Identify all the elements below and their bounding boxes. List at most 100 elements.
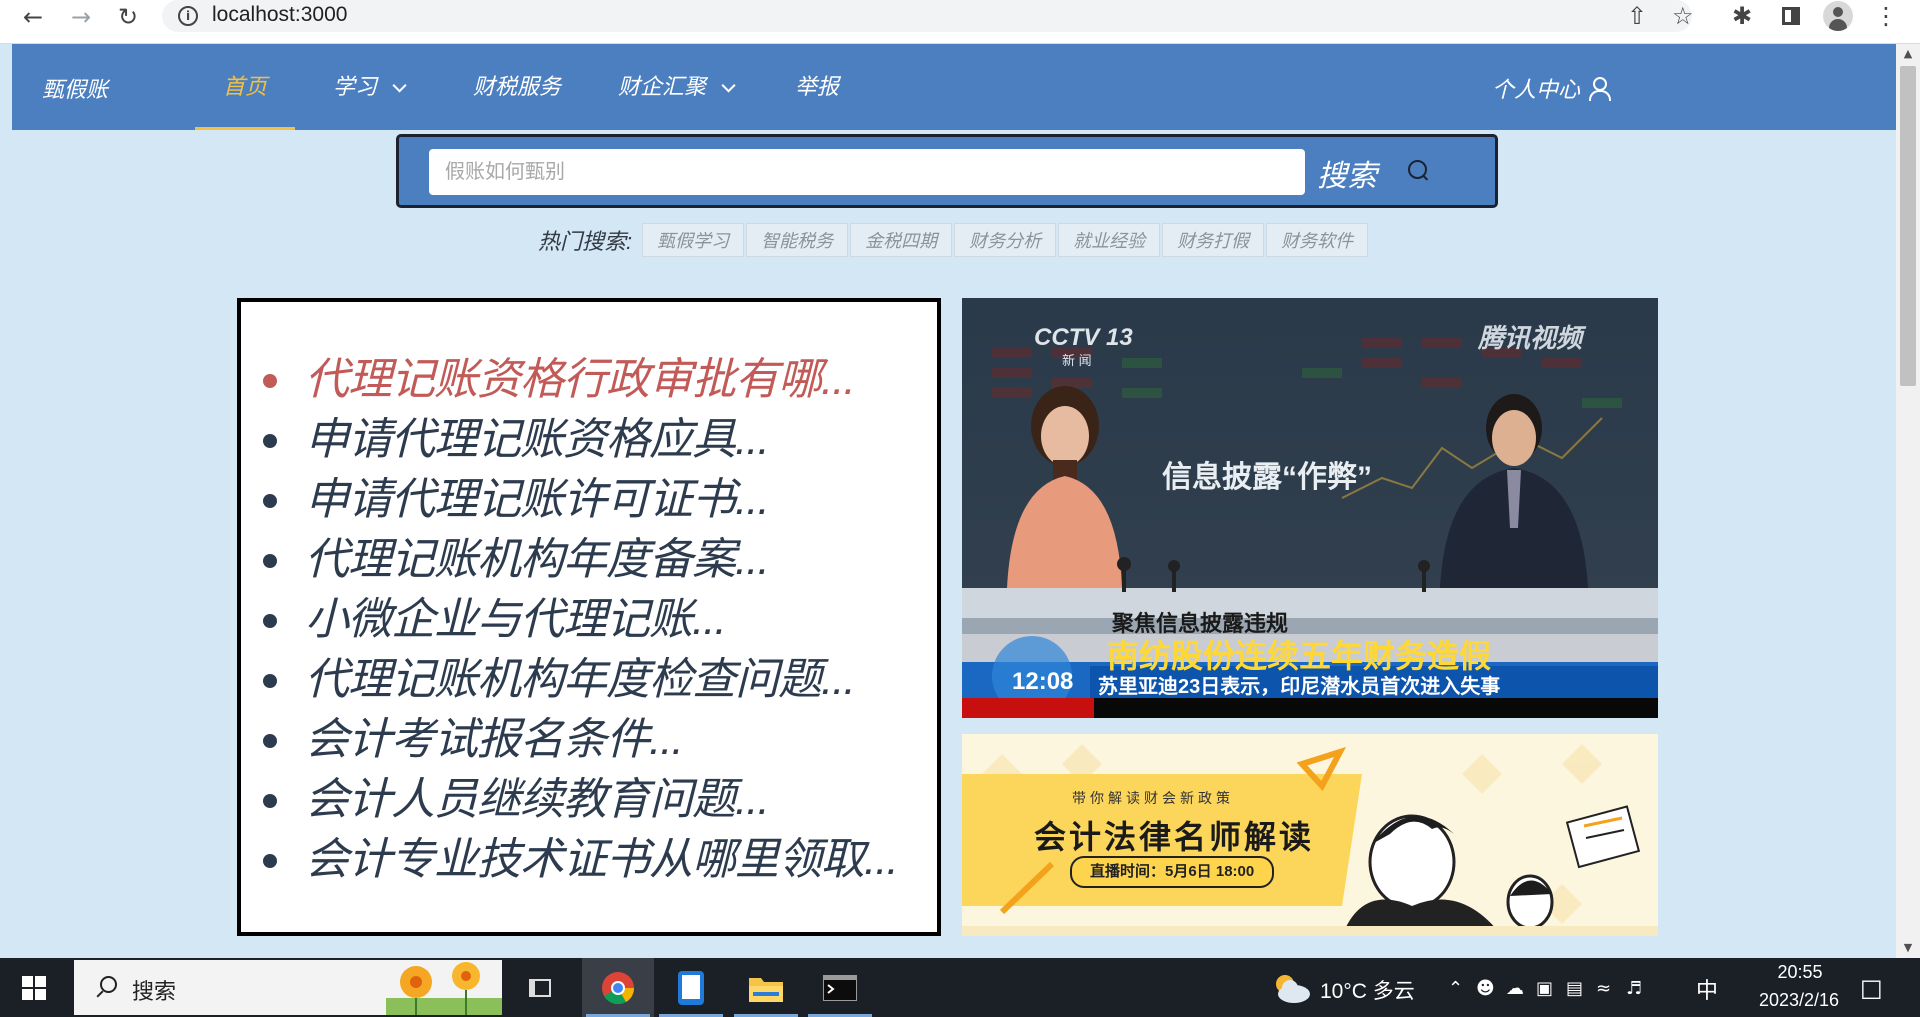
search-icon[interactable] xyxy=(1406,158,1432,184)
chevron-down-icon xyxy=(392,78,407,93)
weather-text[interactable]: 10°C 多云 xyxy=(1320,975,1415,1005)
console-icon xyxy=(823,974,857,1001)
user-center-link[interactable]: 个人中心 xyxy=(1492,72,1612,104)
scroll-up-arrow-icon[interactable]: ▲ xyxy=(1896,44,1920,64)
address-url[interactable]: localhost:3000 xyxy=(212,3,347,27)
task-view-icon[interactable] xyxy=(504,958,576,1017)
folder-icon xyxy=(749,977,783,1002)
taskbar-search-label: 搜索 xyxy=(132,979,177,1004)
article-item[interactable]: 会计人员继续教育问题... xyxy=(259,770,898,830)
promo-title: 会计法律名师解读 xyxy=(1034,819,1315,855)
nav-study[interactable]: 学习 xyxy=(312,44,422,130)
side-panel-icon[interactable] xyxy=(1775,0,1807,32)
article-title: 申请代理记账资格应具... xyxy=(305,415,770,464)
bookmark-star-icon[interactable]: ☆ xyxy=(1672,2,1694,30)
terminal-app-icon[interactable] xyxy=(804,958,876,1017)
clock-date[interactable]: 2023/2/16 xyxy=(1736,990,1862,1011)
nav-enterprise-hub[interactable]: 财企汇聚 xyxy=(604,44,744,130)
forward-arrow-icon[interactable]: → xyxy=(66,2,96,32)
page-scrollbar[interactable]: ▲ ▼ xyxy=(1896,44,1920,958)
security-icon[interactable]: ▣ xyxy=(1536,978,1553,999)
nav-enterprise-hub-label: 财企汇聚 xyxy=(617,74,706,99)
bullet-icon xyxy=(263,374,277,388)
share-icon[interactable]: ⇧ xyxy=(1627,2,1647,30)
bullet-icon xyxy=(263,494,277,508)
article-title: 申请代理记账许可证书... xyxy=(305,475,770,524)
flower-decoration-icon xyxy=(386,962,502,1015)
article-item[interactable]: 会计考试报名条件... xyxy=(259,710,898,770)
clock-time[interactable]: 20:55 xyxy=(1758,962,1842,983)
nav-tax-services-label: 财税服务 xyxy=(472,74,561,99)
extensions-puzzle-icon[interactable]: ✱ xyxy=(1726,0,1758,32)
scrollbar-thumb[interactable] xyxy=(1900,66,1916,386)
hot-tag[interactable]: 金税四期 xyxy=(850,223,953,257)
article-title: 会计考试报名条件... xyxy=(305,715,684,764)
bullet-icon xyxy=(263,434,277,448)
news-headline: 信息披露“作弊” xyxy=(1162,461,1372,494)
article-item[interactable]: 申请代理记账许可证书... xyxy=(259,470,898,530)
search-button[interactable]: 搜索 xyxy=(1317,151,1377,195)
windows-start-icon[interactable] xyxy=(22,976,46,1000)
hot-tag[interactable]: 智能税务 xyxy=(746,223,849,257)
search-input[interactable] xyxy=(429,149,1305,195)
address-bar[interactable]: i localhost:3000 ⇧ ☆ xyxy=(162,0,1694,32)
hot-tag[interactable]: 甄假学习 xyxy=(642,223,745,257)
user-icon xyxy=(1588,77,1612,101)
network-device-icon[interactable]: ▤ xyxy=(1566,978,1583,999)
nav-report[interactable]: 举报 xyxy=(782,44,852,130)
site-header: 甄假账 首页 学习 财税服务 财企汇聚 举报 个人中心 xyxy=(12,44,1896,130)
bullet-icon xyxy=(263,614,277,628)
user-center-label: 个人中心 xyxy=(1492,77,1581,102)
article-item[interactable]: 代理记账机构年度备案... xyxy=(259,530,898,590)
article-item[interactable]: 申请代理记账资格应具... xyxy=(259,410,898,470)
article-item[interactable]: 代理记账机构年度检查问题... xyxy=(259,650,898,710)
article-title: 代理记账资格行政审批有哪... xyxy=(305,355,856,404)
file-explorer-icon[interactable] xyxy=(730,958,802,1017)
hot-tag[interactable]: 就业经验 xyxy=(1058,223,1161,257)
site-logo[interactable]: 甄假账 xyxy=(42,72,108,104)
back-arrow-icon[interactable]: ← xyxy=(18,2,48,32)
chrome-logo-icon xyxy=(602,971,635,1004)
bullet-icon xyxy=(263,554,277,568)
article-item[interactable]: 会计专业技术证书从哪里领取... xyxy=(259,830,899,890)
news-video-image[interactable]: CCTV 13 新 闻 腾讯视频 信息披露“作弊” 聚焦信息披露违规 南纺股份连… xyxy=(962,298,1658,718)
hot-tag[interactable]: 财务打假 xyxy=(1162,223,1265,257)
phone-app-icon[interactable] xyxy=(655,958,727,1017)
article-title: 小微企业与代理记账... xyxy=(305,595,727,644)
input-method-indicator[interactable]: 中 xyxy=(1696,973,1718,1005)
reload-icon[interactable]: ↻ xyxy=(113,2,143,32)
nav-report-label: 举报 xyxy=(794,74,839,99)
bullet-icon xyxy=(263,854,277,868)
site-info-icon[interactable]: i xyxy=(178,6,198,26)
promo-banner[interactable]: 带你解读财会新政策 会计法律名师解读 直播时间：5月6日 18:00 xyxy=(962,734,1658,936)
article-title: 会计专业技术证书从哪里领取... xyxy=(305,835,899,884)
article-list-panel: 代理记账资格行政审批有哪... 申请代理记账资格应具... 申请代理记账许可证书… xyxy=(237,298,941,936)
article-title: 会计人员继续教育问题... xyxy=(305,775,770,824)
article-item[interactable]: 代理记账资格行政审批有哪... xyxy=(259,350,898,410)
scroll-down-arrow-icon[interactable]: ▼ xyxy=(1896,938,1920,958)
wifi-icon[interactable]: ≈ xyxy=(1596,978,1611,999)
qq-icon[interactable]: ☻ xyxy=(1476,978,1495,999)
nav-tax-services[interactable]: 财税服务 xyxy=(462,44,572,130)
promo-subtitle: 带你解读财会新政策 xyxy=(1072,790,1234,806)
tray-chevron-up-icon[interactable]: ⌃ xyxy=(1448,978,1463,999)
hot-tag[interactable]: 财务分析 xyxy=(954,223,1057,257)
onedrive-cloud-icon[interactable]: ☁ xyxy=(1506,978,1524,999)
chrome-app-icon[interactable] xyxy=(582,958,654,1017)
browser-toolbar: ← → ↻ i localhost:3000 ⇧ ☆ ✱ ⋮ xyxy=(0,0,1920,44)
article-list: 代理记账资格行政审批有哪... 申请代理记账资格应具... 申请代理记账许可证书… xyxy=(259,350,899,890)
taskbar-search-box[interactable]: 搜索 xyxy=(74,960,502,1015)
bullet-icon xyxy=(263,674,277,688)
nav-home[interactable]: 首页 xyxy=(195,44,295,130)
notification-icon[interactable]: □ xyxy=(1860,974,1883,1002)
hot-tag[interactable]: 财务软件 xyxy=(1266,223,1369,257)
hot-search: 热门搜索: 甄假学习 智能税务 金税四期 财务分析 就业经验 财务打假 财务软件 xyxy=(538,222,1370,258)
volume-icon[interactable]: ♬ xyxy=(1626,978,1642,999)
search-bar: 搜索 xyxy=(396,134,1498,208)
article-title: 代理记账机构年度检查问题... xyxy=(305,655,856,704)
article-item[interactable]: 小微企业与代理记账... xyxy=(259,590,898,650)
browser-menu-icon[interactable]: ⋮ xyxy=(1870,0,1902,32)
channel-sub: 新 闻 xyxy=(1062,353,1092,368)
promo-schedule: 直播时间：5月6日 18:00 xyxy=(1070,856,1275,888)
profile-avatar-icon[interactable] xyxy=(1822,0,1854,32)
